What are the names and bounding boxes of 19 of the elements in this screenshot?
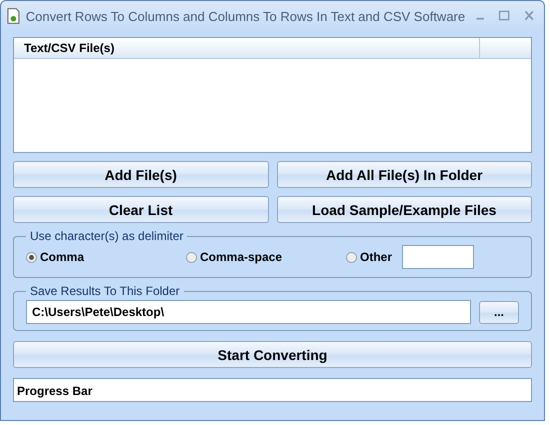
action-button[interactable]: Clear List bbox=[13, 196, 268, 223]
file-list[interactable]: Text/CSV File(s) bbox=[13, 37, 532, 153]
other-field[interactable] bbox=[402, 245, 474, 269]
group-title: Save Results To This Folder bbox=[29, 284, 181, 298]
start-button[interactable]: Start Converting bbox=[13, 341, 532, 368]
action-button[interactable]: Load Sample/Example Files bbox=[276, 196, 532, 223]
group-title: Use character(s) as delimiter bbox=[29, 229, 184, 243]
radio-option[interactable]: Other bbox=[346, 250, 392, 264]
radio-icon[interactable] bbox=[186, 252, 197, 262]
window-title: Convert Rows To Columns and Columns To Rows In Text and CSV Software bbox=[26, 8, 466, 24]
folder-field[interactable]: C:\Users\Pete\Desktop\ bbox=[26, 300, 471, 324]
action-button[interactable]: Add File(s) bbox=[13, 161, 268, 188]
radio-option[interactable]: Comma bbox=[26, 250, 186, 264]
browse-button[interactable]: ... bbox=[479, 300, 519, 324]
action-button[interactable]: Add All File(s) In Folder bbox=[276, 161, 532, 188]
document-icon bbox=[7, 7, 20, 25]
radio-icon[interactable] bbox=[346, 252, 357, 262]
radio-option[interactable]: Comma-space bbox=[186, 250, 346, 264]
radio-icon[interactable] bbox=[26, 252, 37, 262]
